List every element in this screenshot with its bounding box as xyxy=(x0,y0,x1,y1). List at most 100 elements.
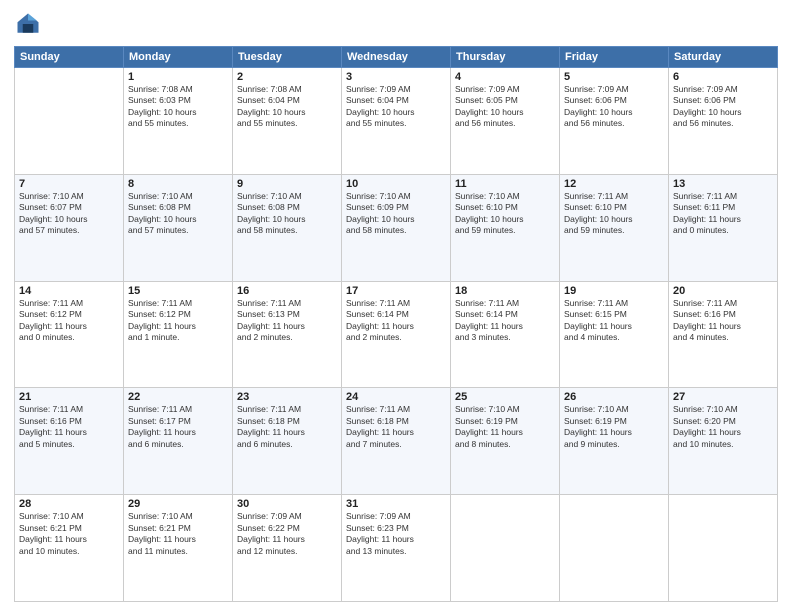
day-info: Sunrise: 7:09 AM Sunset: 6:06 PM Dayligh… xyxy=(564,84,664,130)
day-number: 10 xyxy=(346,178,446,190)
weekday-header: Monday xyxy=(124,47,233,68)
day-number: 1 xyxy=(128,71,228,83)
day-number: 12 xyxy=(564,178,664,190)
weekday-header: Sunday xyxy=(15,47,124,68)
day-number: 22 xyxy=(128,391,228,403)
calendar-cell: 5Sunrise: 7:09 AM Sunset: 6:06 PM Daylig… xyxy=(560,68,669,175)
calendar-cell: 1Sunrise: 7:08 AM Sunset: 6:03 PM Daylig… xyxy=(124,68,233,175)
calendar-cell: 21Sunrise: 7:11 AM Sunset: 6:16 PM Dayli… xyxy=(15,388,124,495)
calendar-cell: 18Sunrise: 7:11 AM Sunset: 6:14 PM Dayli… xyxy=(451,281,560,388)
day-number: 5 xyxy=(564,71,664,83)
day-info: Sunrise: 7:11 AM Sunset: 6:18 PM Dayligh… xyxy=(346,404,446,450)
day-number: 24 xyxy=(346,391,446,403)
day-info: Sunrise: 7:11 AM Sunset: 6:11 PM Dayligh… xyxy=(673,191,773,237)
day-info: Sunrise: 7:10 AM Sunset: 6:08 PM Dayligh… xyxy=(128,191,228,237)
day-info: Sunrise: 7:11 AM Sunset: 6:16 PM Dayligh… xyxy=(673,298,773,344)
day-number: 4 xyxy=(455,71,555,83)
day-info: Sunrise: 7:10 AM Sunset: 6:07 PM Dayligh… xyxy=(19,191,119,237)
day-info: Sunrise: 7:11 AM Sunset: 6:14 PM Dayligh… xyxy=(346,298,446,344)
day-info: Sunrise: 7:11 AM Sunset: 6:17 PM Dayligh… xyxy=(128,404,228,450)
calendar-cell: 7Sunrise: 7:10 AM Sunset: 6:07 PM Daylig… xyxy=(15,174,124,281)
day-info: Sunrise: 7:10 AM Sunset: 6:19 PM Dayligh… xyxy=(455,404,555,450)
day-info: Sunrise: 7:09 AM Sunset: 6:04 PM Dayligh… xyxy=(346,84,446,130)
logo xyxy=(14,10,46,38)
day-number: 13 xyxy=(673,178,773,190)
day-info: Sunrise: 7:11 AM Sunset: 6:16 PM Dayligh… xyxy=(19,404,119,450)
calendar-cell: 2Sunrise: 7:08 AM Sunset: 6:04 PM Daylig… xyxy=(233,68,342,175)
day-number: 18 xyxy=(455,285,555,297)
calendar-cell: 13Sunrise: 7:11 AM Sunset: 6:11 PM Dayli… xyxy=(669,174,778,281)
day-number: 27 xyxy=(673,391,773,403)
day-info: Sunrise: 7:09 AM Sunset: 6:23 PM Dayligh… xyxy=(346,511,446,557)
weekday-header: Tuesday xyxy=(233,47,342,68)
calendar-cell: 31Sunrise: 7:09 AM Sunset: 6:23 PM Dayli… xyxy=(342,495,451,602)
calendar-cell: 17Sunrise: 7:11 AM Sunset: 6:14 PM Dayli… xyxy=(342,281,451,388)
calendar-cell xyxy=(15,68,124,175)
calendar-cell xyxy=(560,495,669,602)
day-number: 7 xyxy=(19,178,119,190)
day-number: 23 xyxy=(237,391,337,403)
calendar-cell: 16Sunrise: 7:11 AM Sunset: 6:13 PM Dayli… xyxy=(233,281,342,388)
calendar-cell: 26Sunrise: 7:10 AM Sunset: 6:19 PM Dayli… xyxy=(560,388,669,495)
calendar-cell: 23Sunrise: 7:11 AM Sunset: 6:18 PM Dayli… xyxy=(233,388,342,495)
day-number: 15 xyxy=(128,285,228,297)
day-info: Sunrise: 7:08 AM Sunset: 6:03 PM Dayligh… xyxy=(128,84,228,130)
day-number: 30 xyxy=(237,498,337,510)
calendar-cell: 28Sunrise: 7:10 AM Sunset: 6:21 PM Dayli… xyxy=(15,495,124,602)
calendar-table: SundayMondayTuesdayWednesdayThursdayFrid… xyxy=(14,46,778,602)
day-number: 2 xyxy=(237,71,337,83)
day-number: 21 xyxy=(19,391,119,403)
day-number: 19 xyxy=(564,285,664,297)
day-info: Sunrise: 7:10 AM Sunset: 6:08 PM Dayligh… xyxy=(237,191,337,237)
day-number: 25 xyxy=(455,391,555,403)
calendar-cell: 9Sunrise: 7:10 AM Sunset: 6:08 PM Daylig… xyxy=(233,174,342,281)
calendar-cell: 22Sunrise: 7:11 AM Sunset: 6:17 PM Dayli… xyxy=(124,388,233,495)
day-number: 3 xyxy=(346,71,446,83)
day-number: 11 xyxy=(455,178,555,190)
day-info: Sunrise: 7:09 AM Sunset: 6:22 PM Dayligh… xyxy=(237,511,337,557)
calendar-cell: 15Sunrise: 7:11 AM Sunset: 6:12 PM Dayli… xyxy=(124,281,233,388)
day-info: Sunrise: 7:09 AM Sunset: 6:05 PM Dayligh… xyxy=(455,84,555,130)
calendar-cell: 6Sunrise: 7:09 AM Sunset: 6:06 PM Daylig… xyxy=(669,68,778,175)
calendar-cell: 30Sunrise: 7:09 AM Sunset: 6:22 PM Dayli… xyxy=(233,495,342,602)
calendar-cell: 3Sunrise: 7:09 AM Sunset: 6:04 PM Daylig… xyxy=(342,68,451,175)
calendar-cell: 4Sunrise: 7:09 AM Sunset: 6:05 PM Daylig… xyxy=(451,68,560,175)
day-number: 6 xyxy=(673,71,773,83)
day-info: Sunrise: 7:09 AM Sunset: 6:06 PM Dayligh… xyxy=(673,84,773,130)
day-info: Sunrise: 7:11 AM Sunset: 6:18 PM Dayligh… xyxy=(237,404,337,450)
day-number: 16 xyxy=(237,285,337,297)
calendar-cell: 10Sunrise: 7:10 AM Sunset: 6:09 PM Dayli… xyxy=(342,174,451,281)
day-info: Sunrise: 7:10 AM Sunset: 6:21 PM Dayligh… xyxy=(128,511,228,557)
day-number: 28 xyxy=(19,498,119,510)
day-info: Sunrise: 7:10 AM Sunset: 6:21 PM Dayligh… xyxy=(19,511,119,557)
calendar-cell: 12Sunrise: 7:11 AM Sunset: 6:10 PM Dayli… xyxy=(560,174,669,281)
calendar-cell: 20Sunrise: 7:11 AM Sunset: 6:16 PM Dayli… xyxy=(669,281,778,388)
calendar-cell xyxy=(451,495,560,602)
calendar-cell: 24Sunrise: 7:11 AM Sunset: 6:18 PM Dayli… xyxy=(342,388,451,495)
calendar-cell: 11Sunrise: 7:10 AM Sunset: 6:10 PM Dayli… xyxy=(451,174,560,281)
day-info: Sunrise: 7:11 AM Sunset: 6:15 PM Dayligh… xyxy=(564,298,664,344)
weekday-header: Thursday xyxy=(451,47,560,68)
day-number: 26 xyxy=(564,391,664,403)
day-number: 29 xyxy=(128,498,228,510)
calendar-cell: 19Sunrise: 7:11 AM Sunset: 6:15 PM Dayli… xyxy=(560,281,669,388)
calendar-cell: 14Sunrise: 7:11 AM Sunset: 6:12 PM Dayli… xyxy=(15,281,124,388)
day-info: Sunrise: 7:10 AM Sunset: 6:09 PM Dayligh… xyxy=(346,191,446,237)
day-number: 14 xyxy=(19,285,119,297)
calendar-cell xyxy=(669,495,778,602)
day-number: 31 xyxy=(346,498,446,510)
day-info: Sunrise: 7:10 AM Sunset: 6:19 PM Dayligh… xyxy=(564,404,664,450)
day-info: Sunrise: 7:10 AM Sunset: 6:10 PM Dayligh… xyxy=(455,191,555,237)
day-number: 9 xyxy=(237,178,337,190)
weekday-header: Wednesday xyxy=(342,47,451,68)
calendar-cell: 25Sunrise: 7:10 AM Sunset: 6:19 PM Dayli… xyxy=(451,388,560,495)
day-info: Sunrise: 7:11 AM Sunset: 6:12 PM Dayligh… xyxy=(128,298,228,344)
day-number: 8 xyxy=(128,178,228,190)
page: SundayMondayTuesdayWednesdayThursdayFrid… xyxy=(0,0,792,612)
day-number: 20 xyxy=(673,285,773,297)
weekday-header: Friday xyxy=(560,47,669,68)
day-number: 17 xyxy=(346,285,446,297)
weekday-header: Saturday xyxy=(669,47,778,68)
calendar-cell: 29Sunrise: 7:10 AM Sunset: 6:21 PM Dayli… xyxy=(124,495,233,602)
day-info: Sunrise: 7:11 AM Sunset: 6:14 PM Dayligh… xyxy=(455,298,555,344)
